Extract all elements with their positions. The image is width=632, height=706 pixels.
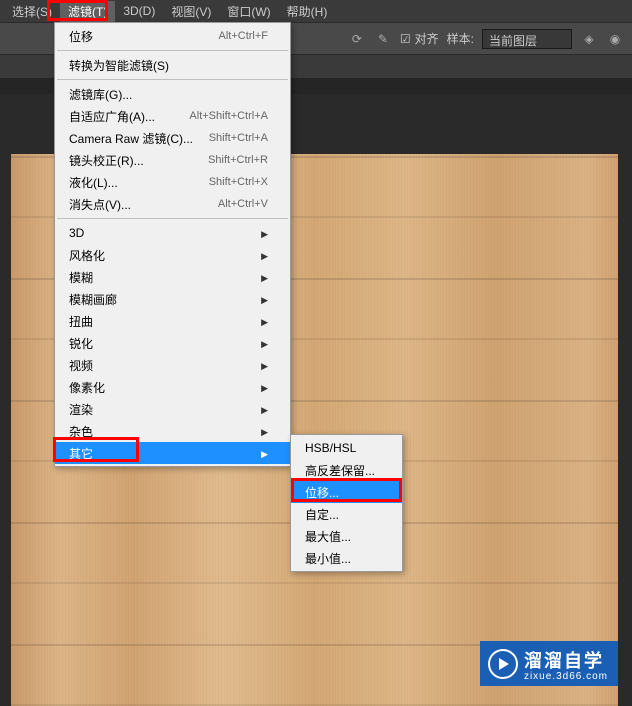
submenu-arrow-icon xyxy=(261,424,268,438)
menu-label: 像素化 xyxy=(69,379,105,396)
submenu-arrow-icon xyxy=(261,248,268,262)
submenu-arrow-icon xyxy=(261,292,268,306)
submenu-item-minimum[interactable]: 最小值... xyxy=(291,547,402,569)
menu-label: 扭曲 xyxy=(69,313,93,330)
menubar: 选择(S) 滤镜(T) 3D(D) 视图(V) 窗口(W) 帮助(H) xyxy=(0,0,632,22)
menu-item-stylize[interactable]: 风格化 xyxy=(55,244,290,266)
menu-item-video[interactable]: 视频 xyxy=(55,354,290,376)
play-icon xyxy=(488,649,518,679)
menu-shortcut: Shift+Ctrl+X xyxy=(209,176,268,188)
menu-label: Camera Raw 滤镜(C)... xyxy=(69,130,193,147)
other-submenu: HSB/HSL 高反差保留... 位移... 自定... 最大值... 最小值.… xyxy=(290,434,403,572)
ignore-adjustment-icon[interactable]: ◈ xyxy=(580,30,598,48)
menu-label: 杂色 xyxy=(69,423,93,440)
menu-label: 自定... xyxy=(305,506,339,523)
submenu-item-highpass[interactable]: 高反差保留... xyxy=(291,459,402,481)
menu-item-vanishing-point[interactable]: 消失点(V)... Alt+Ctrl+V xyxy=(55,193,290,215)
menu-item-recent[interactable]: 位移 Alt+Ctrl+F xyxy=(55,25,290,47)
menu-label: 最小值... xyxy=(305,550,351,567)
menu-3d[interactable]: 3D(D) xyxy=(115,2,163,20)
menu-item-lens-correction[interactable]: 镜头校正(R)... Shift+Ctrl+R xyxy=(55,149,290,171)
rotate-icon[interactable]: ⟳ xyxy=(348,30,366,48)
menu-label: 模糊画廊 xyxy=(69,291,117,308)
sample-label: 样本: xyxy=(447,30,474,47)
submenu-arrow-icon xyxy=(261,446,268,460)
menu-filter[interactable]: 滤镜(T) xyxy=(60,1,115,22)
pressure-size-icon[interactable]: ◉ xyxy=(606,30,624,48)
menu-label: 最大值... xyxy=(305,528,351,545)
filter-dropdown: 位移 Alt+Ctrl+F 转换为智能滤镜(S) 滤镜库(G)... 自适应广角… xyxy=(54,22,291,467)
menu-shortcut: Alt+Ctrl+F xyxy=(218,30,268,42)
menu-separator xyxy=(57,218,288,219)
menu-shortcut: Shift+Ctrl+A xyxy=(209,132,268,144)
menu-window[interactable]: 窗口(W) xyxy=(219,1,278,22)
menu-label: 液化(L)... xyxy=(69,174,118,191)
menu-shortcut: Shift+Ctrl+R xyxy=(208,154,268,166)
menu-shortcut: Alt+Shift+Ctrl+A xyxy=(189,110,268,122)
menu-label: 其它 xyxy=(69,445,93,462)
menu-label: 自适应广角(A)... xyxy=(69,108,155,125)
menu-label: 渲染 xyxy=(69,401,93,418)
submenu-arrow-icon xyxy=(261,336,268,350)
menu-label: 高反差保留... xyxy=(305,462,375,479)
submenu-arrow-icon xyxy=(261,380,268,394)
menu-help[interactable]: 帮助(H) xyxy=(279,1,336,22)
menu-label: 3D xyxy=(69,226,84,240)
submenu-item-custom[interactable]: 自定... xyxy=(291,503,402,525)
menu-item-blur[interactable]: 模糊 xyxy=(55,266,290,288)
checkbox-icon: ☑ xyxy=(400,32,411,46)
menu-item-distort[interactable]: 扭曲 xyxy=(55,310,290,332)
align-label: 对齐 xyxy=(415,30,439,47)
menu-separator xyxy=(57,50,288,51)
menu-item-liquify[interactable]: 液化(L)... Shift+Ctrl+X xyxy=(55,171,290,193)
submenu-item-offset[interactable]: 位移... xyxy=(291,481,402,503)
menu-label: 模糊 xyxy=(69,269,93,286)
submenu-arrow-icon xyxy=(261,358,268,372)
menu-label: 镜头校正(R)... xyxy=(69,152,144,169)
menu-item-sharpen[interactable]: 锐化 xyxy=(55,332,290,354)
menu-label: 视频 xyxy=(69,357,93,374)
submenu-arrow-icon xyxy=(261,402,268,416)
menu-label: 位移 xyxy=(69,28,93,45)
submenu-item-maximum[interactable]: 最大值... xyxy=(291,525,402,547)
submenu-arrow-icon xyxy=(261,314,268,328)
submenu-arrow-icon xyxy=(261,270,268,284)
watermark-title: 溜溜自学 xyxy=(524,647,608,673)
menu-select[interactable]: 选择(S) xyxy=(4,1,60,22)
menu-item-noise[interactable]: 杂色 xyxy=(55,420,290,442)
submenu-arrow-icon xyxy=(261,226,268,240)
menu-label: 位移... xyxy=(305,484,339,501)
sample-select[interactable]: 当前图层 xyxy=(482,29,572,49)
menu-label: 转换为智能滤镜(S) xyxy=(69,57,169,74)
menu-item-gallery[interactable]: 滤镜库(G)... xyxy=(55,83,290,105)
watermark-sub: zixue.3d66.com xyxy=(524,671,608,682)
menu-item-pixelate[interactable]: 像素化 xyxy=(55,376,290,398)
align-checkbox[interactable]: ☑ 对齐 xyxy=(400,30,439,47)
menu-label: 锐化 xyxy=(69,335,93,352)
menu-separator xyxy=(57,79,288,80)
watermark: 溜溜自学 zixue.3d66.com xyxy=(480,641,618,686)
menu-item-other[interactable]: 其它 xyxy=(55,442,290,464)
menu-label: HSB/HSL xyxy=(305,441,356,455)
menu-label: 滤镜库(G)... xyxy=(69,86,132,103)
menu-item-camera-raw[interactable]: Camera Raw 滤镜(C)... Shift+Ctrl+A xyxy=(55,127,290,149)
menu-item-3d[interactable]: 3D xyxy=(55,222,290,244)
menu-item-smartfilter[interactable]: 转换为智能滤镜(S) xyxy=(55,54,290,76)
menu-view[interactable]: 视图(V) xyxy=(163,1,219,22)
menu-item-render[interactable]: 渲染 xyxy=(55,398,290,420)
menu-item-blur-gallery[interactable]: 模糊画廊 xyxy=(55,288,290,310)
menu-shortcut: Alt+Ctrl+V xyxy=(218,198,268,210)
menu-label: 消失点(V)... xyxy=(69,196,131,213)
menu-label: 风格化 xyxy=(69,247,105,264)
submenu-item-hsb-hsl[interactable]: HSB/HSL xyxy=(291,437,402,459)
menu-item-adaptive-wide-angle[interactable]: 自适应广角(A)... Alt+Shift+Ctrl+A xyxy=(55,105,290,127)
pressure-icon[interactable]: ✎ xyxy=(374,30,392,48)
